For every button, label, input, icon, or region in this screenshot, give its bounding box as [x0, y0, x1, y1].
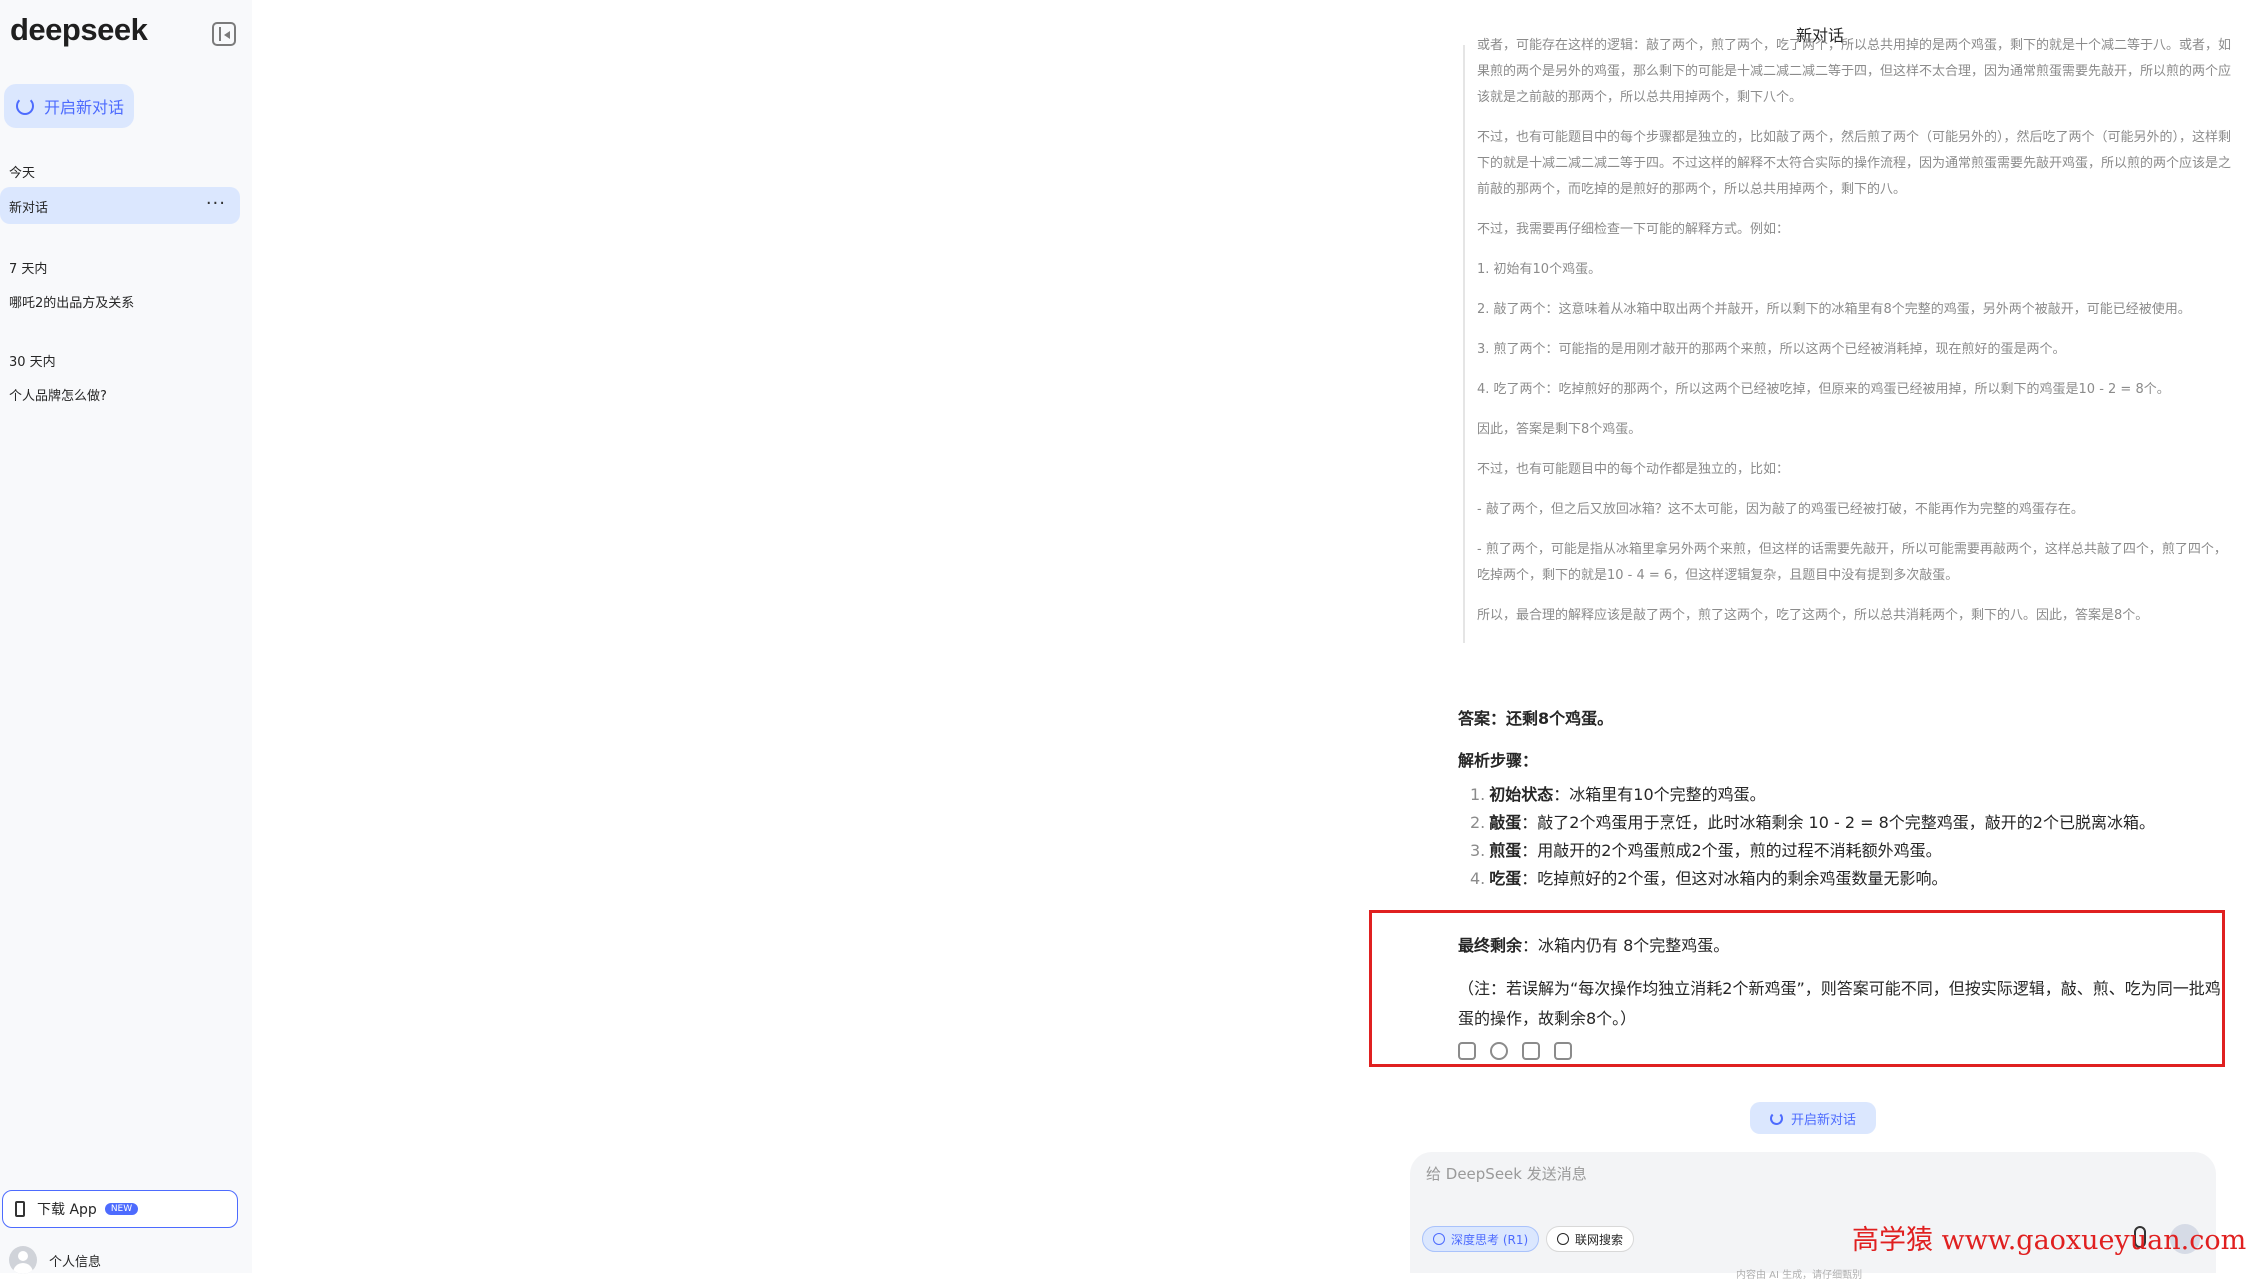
steps-heading: 解析步骤： [1458, 751, 1539, 770]
thinking-paragraph: 不过，我需要再仔细检查一下可能的解释方式。例如： [1477, 222, 1790, 237]
sidebar-item[interactable]: 哪吒2的出品方及关系 [9, 292, 134, 311]
step-title: 吃蛋 [1489, 869, 1522, 888]
web-search-toggle[interactable]: 联网搜索 [1546, 1226, 1635, 1252]
thinking-paragraph: 4. 吃了两个：吃掉煎好的那两个，所以这两个已经被吃掉，但原来的鸡蛋已经被用掉，… [1477, 382, 2170, 397]
sidebar-item-active[interactable]: 新对话 ··· [0, 187, 240, 224]
answer-step: 1. 初始状态：冰箱里有10个完整的鸡蛋。 [1458, 781, 2228, 809]
web-search-label: 联网搜索 [1575, 1232, 1624, 1247]
deep-think-icon [1433, 1233, 1445, 1245]
answer-block: 答案：还剩8个鸡蛋。 解析步骤： 1. 初始状态：冰箱里有10个完整的鸡蛋。 2.… [1458, 705, 2228, 893]
step-text: ：吃掉煎好的2个蛋，但这对冰箱内的剩余鸡蛋数量无影响。 [1521, 869, 1948, 888]
answer-step: 3. 煎蛋：用敲开的2个鸡蛋煎成2个蛋，煎的过程不消耗额外鸡蛋。 [1458, 837, 2228, 865]
thinking-paragraph: 或者，可能存在这样的逻辑：敲了两个，煎了两个，吃了两个，所以总共用掉的是两个鸡蛋… [1477, 38, 2232, 105]
new-chat-icon [16, 97, 34, 115]
step-title: 初始状态 [1489, 785, 1554, 804]
thumbs-up-icon[interactable] [1522, 1042, 1540, 1060]
thinking-paragraph: 不过，也有可能题目中的每个动作都是独立的，比如： [1477, 462, 1790, 477]
answer-step: 4. 吃蛋：吃掉煎好的2个蛋，但这对冰箱内的剩余鸡蛋数量无影响。 [1458, 865, 2228, 893]
download-app-label: 下载 App [37, 1202, 97, 1218]
thinking-paragraph: 2. 敲了两个：这意味着从冰箱中取出两个并敲开，所以剩下的冰箱里有8个完整的鸡蛋… [1477, 302, 2191, 317]
regenerate-icon[interactable] [1490, 1042, 1508, 1060]
deepseek-logo: deepseek [10, 12, 148, 47]
answer-heading: 答案：还剩8个鸡蛋。 [1458, 709, 1614, 728]
thinking-paragraph: - 煎了两个，可能是指从冰箱里拿另外两个来煎，但这样的话需要先敲开，所以可能需要… [1477, 542, 2227, 583]
sidebar-item[interactable]: 个人品牌怎么做? [9, 385, 107, 404]
step-number: 4. [1470, 869, 1486, 888]
deep-think-toggle[interactable]: 深度思考 (R1) [1422, 1226, 1540, 1252]
thinking-paragraph: 3. 煎了两个：可能指的是用刚才敲开的那两个来煎，所以这两个已经被消耗掉，现在煎… [1477, 342, 2066, 357]
step-title: 敲蛋 [1489, 813, 1522, 832]
group-label-7-days: 7 天内 [9, 262, 48, 277]
step-number: 3. [1470, 841, 1486, 860]
thumbs-down-icon[interactable] [1554, 1042, 1572, 1060]
sidebar-item-label: 新对话 [9, 201, 49, 216]
avatar [9, 1246, 37, 1274]
step-title: 煎蛋 [1489, 841, 1522, 860]
group-label-today: 今天 [9, 166, 36, 181]
more-options-icon[interactable]: ··· [206, 193, 226, 214]
profile-label: 个人信息 [49, 1254, 102, 1270]
new-chat-pill-label: 开启新对话 [1790, 1112, 1856, 1128]
step-number: 1. [1470, 785, 1486, 804]
message-actions [1458, 1042, 1572, 1060]
message-input[interactable] [1424, 1164, 2128, 1184]
watermark: 高学猿 www.gaoxueyuan.com [1852, 1225, 2247, 1256]
new-chat-label: 开启新对话 [44, 98, 125, 117]
sidebar: deepseek 开启新对话 今天 新对话 ··· 7 天内 哪吒2的出品方及关… [0, 0, 252, 1274]
new-badge: NEW [104, 1203, 139, 1215]
new-chat-button[interactable]: 开启新对话 [4, 84, 134, 128]
step-text: ：冰箱里有10个完整的鸡蛋。 [1553, 785, 1766, 804]
thinking-paragraph: 1. 初始有10个鸡蛋。 [1477, 262, 1602, 277]
thinking-paragraph: - 敲了两个，但之后又放回冰箱？这不太可能，因为敲了的鸡蛋已经被打破，不能再作为… [1477, 502, 2084, 517]
step-text: ：用敲开的2个鸡蛋煎成2个蛋，煎的过程不消耗额外鸡蛋。 [1521, 841, 1942, 860]
thinking-block: 或者，可能存在这样的逻辑：敲了两个，煎了两个，吃了两个，所以总共用掉的是两个鸡蛋… [1463, 38, 2239, 643]
collapse-sidebar-icon[interactable] [212, 22, 236, 46]
thinking-paragraph: 因此，答案是剩下8个鸡蛋。 [1477, 422, 1642, 437]
phone-icon [15, 1201, 25, 1217]
answer-step: 2. 敲蛋：敲了2个鸡蛋用于烹饪，此时冰箱剩余 10 - 2 = 8个完整鸡蛋，敲… [1458, 809, 2228, 837]
download-app-button[interactable]: 下载 App NEW [2, 1190, 238, 1228]
step-number: 2. [1470, 813, 1486, 832]
copy-icon[interactable] [1458, 1042, 1476, 1060]
globe-icon [1557, 1233, 1569, 1245]
ai-disclaimer: 内容由 AI 生成，请仔细甄别 [1736, 1270, 1863, 1281]
step-text: ：敲了2个鸡蛋用于烹饪，此时冰箱剩余 10 - 2 = 8个完整鸡蛋，敲开的2个… [1521, 813, 2155, 832]
new-chat-icon [1769, 1111, 1783, 1125]
thinking-paragraph: 不过，也有可能题目中的每个步骤都是独立的，比如敲了两个，然后煎了两个（可能另外的… [1477, 130, 2232, 197]
thinking-paragraph: 所以，最合理的解释应该是敲了两个，煎了这两个，吃了这两个，所以总共消耗两个，剩下… [1477, 608, 2149, 623]
new-chat-pill-button[interactable]: 开启新对话 [1750, 1102, 1876, 1134]
profile-button[interactable]: 个人信息 [9, 1246, 101, 1274]
deep-think-label: 深度思考 (R1) [1451, 1232, 1529, 1247]
group-label-30-days: 30 天内 [9, 355, 56, 370]
